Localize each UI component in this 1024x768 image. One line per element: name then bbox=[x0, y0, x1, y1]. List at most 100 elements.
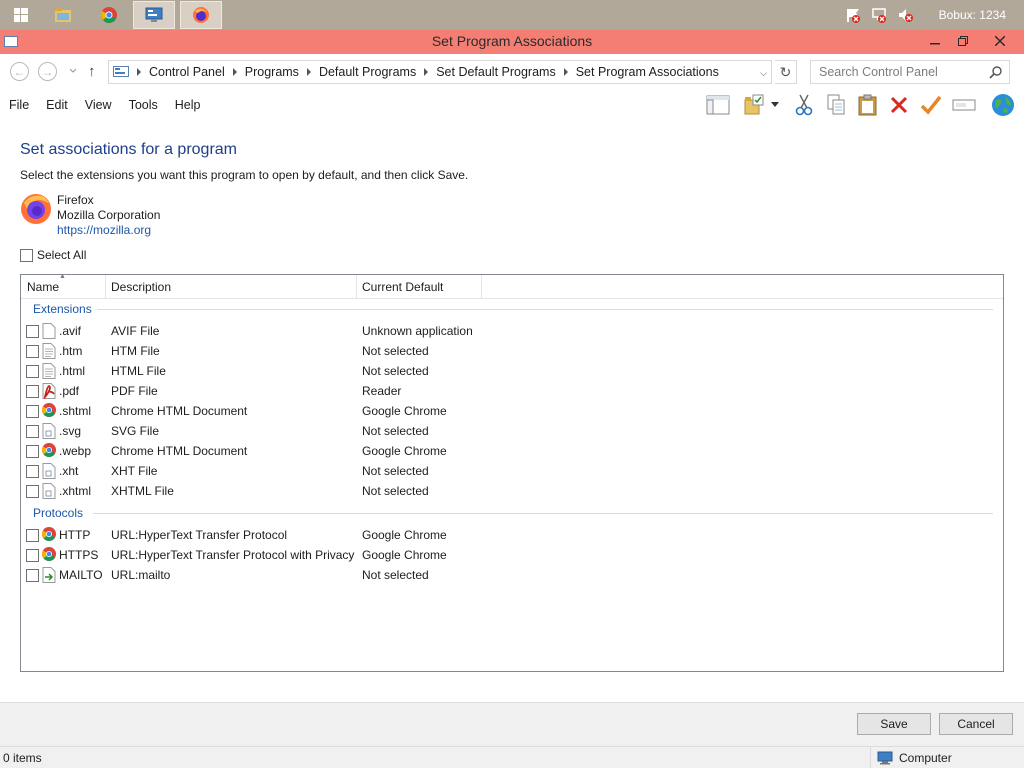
save-button[interactable]: Save bbox=[857, 713, 931, 735]
taskbar-firefox[interactable] bbox=[180, 1, 222, 29]
group-header-extensions[interactable]: Extensions bbox=[33, 302, 92, 316]
row-checkbox[interactable] bbox=[26, 385, 39, 398]
row-name: .html bbox=[59, 364, 86, 378]
address-dropdown-icon[interactable]: ⌵ bbox=[760, 68, 767, 79]
row-checkbox[interactable] bbox=[26, 569, 39, 582]
row-current-default: Not selected bbox=[362, 344, 429, 358]
restore-button[interactable] bbox=[948, 30, 978, 52]
column-divider[interactable] bbox=[105, 275, 106, 299]
address-row: ← → ↑ Control Panel Programs Default Pro… bbox=[0, 54, 1024, 88]
breadcrumb-set-default-programs[interactable]: Set Default Programs bbox=[436, 65, 556, 79]
row-description: AVIF File bbox=[111, 324, 160, 338]
row-checkbox[interactable] bbox=[26, 365, 39, 378]
minimize-button[interactable] bbox=[920, 30, 950, 52]
select-all-checkbox[interactable]: Select All bbox=[20, 248, 86, 262]
close-button[interactable] bbox=[985, 30, 1015, 52]
row-checkbox[interactable] bbox=[26, 405, 39, 418]
address-bar[interactable]: Control Panel Programs Default Programs … bbox=[108, 60, 772, 84]
row-description: HTM File bbox=[111, 344, 160, 358]
title-bar: Set Program Associations bbox=[0, 30, 1024, 54]
copy-button[interactable] bbox=[823, 92, 849, 118]
column-divider[interactable] bbox=[481, 275, 482, 299]
list-row[interactable]: .shtml Chrome HTML Document Google Chrome bbox=[21, 401, 1003, 421]
back-button[interactable]: ← bbox=[10, 62, 29, 81]
instructions-text: Select the extensions you want this prog… bbox=[20, 168, 469, 182]
flag-icon[interactable] bbox=[843, 5, 863, 25]
taskbar-chrome[interactable] bbox=[88, 1, 130, 29]
row-description: URL:mailto bbox=[111, 568, 171, 582]
column-header-current-default[interactable]: Current Default bbox=[362, 280, 443, 294]
list-row[interactable]: HTTP URL:HyperText Transfer Protocol Googl… bbox=[21, 525, 1003, 545]
list-row[interactable]: .webp Chrome HTML Document Google Chrome bbox=[21, 441, 1003, 461]
taskbar-control-panel[interactable] bbox=[133, 1, 175, 29]
row-checkbox[interactable] bbox=[26, 465, 39, 478]
properties-check-button[interactable] bbox=[918, 92, 944, 118]
select-all-box[interactable] bbox=[20, 248, 33, 262]
row-name: .webp bbox=[59, 444, 92, 458]
row-checkbox[interactable] bbox=[26, 425, 39, 438]
breadcrumb-separator[interactable] bbox=[232, 68, 237, 76]
refresh-button[interactable]: ↻ bbox=[775, 60, 797, 84]
windows-logo-icon bbox=[14, 8, 28, 22]
search-input[interactable]: Search Control Panel bbox=[810, 60, 1010, 84]
row-name: .pdf bbox=[59, 384, 80, 398]
taskbar-file-explorer[interactable] bbox=[42, 1, 84, 29]
delete-button[interactable] bbox=[886, 92, 912, 118]
row-checkbox[interactable] bbox=[26, 549, 39, 562]
list-row[interactable]: MAILTO URL:mailto Not selected bbox=[21, 565, 1003, 585]
layout-pane-button[interactable] bbox=[705, 92, 731, 118]
organize-button[interactable] bbox=[742, 92, 768, 118]
list-row[interactable]: HTTPS URL:HyperText Transfer Protocol wit… bbox=[21, 545, 1003, 565]
row-checkbox[interactable] bbox=[26, 529, 39, 542]
breadcrumb-separator[interactable] bbox=[563, 68, 568, 76]
text-file-icon bbox=[42, 363, 56, 379]
svg-file-icon bbox=[42, 423, 56, 439]
list-row[interactable]: .html HTML File Not selected bbox=[21, 361, 1003, 381]
menu-help[interactable]: Help bbox=[175, 98, 201, 112]
list-row[interactable]: .avif AVIF File Unknown application bbox=[21, 321, 1003, 341]
row-description: HTML File bbox=[111, 364, 166, 378]
list-header: ▲ Name Description Current Default bbox=[21, 273, 1003, 299]
cancel-button[interactable]: Cancel bbox=[939, 713, 1013, 735]
svg-file-icon bbox=[42, 463, 56, 479]
cut-button[interactable] bbox=[791, 92, 817, 118]
program-url-link[interactable]: https://mozilla.org bbox=[57, 223, 151, 237]
forward-button[interactable]: → bbox=[38, 62, 57, 81]
menu-view[interactable]: View bbox=[85, 98, 112, 112]
column-header-description[interactable]: Description bbox=[111, 280, 171, 294]
row-checkbox[interactable] bbox=[26, 445, 39, 458]
pdf-file-icon bbox=[42, 383, 56, 400]
list-row[interactable]: .svg SVG File Not selected bbox=[21, 421, 1003, 441]
column-divider[interactable] bbox=[356, 275, 357, 299]
volume-muted-icon[interactable] bbox=[895, 5, 915, 25]
list-row[interactable]: .xhtml XHTML File Not selected bbox=[21, 481, 1003, 501]
row-checkbox[interactable] bbox=[26, 485, 39, 498]
group-header-protocols[interactable]: Protocols bbox=[33, 506, 83, 520]
associations-list[interactable]: ▲ Name Description Current Default Exten… bbox=[20, 273, 1004, 672]
row-description: Chrome HTML Document bbox=[111, 404, 248, 418]
up-button[interactable]: ↑ bbox=[88, 63, 96, 80]
list-row[interactable]: .xht XHT File Not selected bbox=[21, 461, 1003, 481]
list-row[interactable]: .htm HTM File Not selected bbox=[21, 341, 1003, 361]
breadcrumb-programs[interactable]: Programs bbox=[245, 65, 299, 79]
breadcrumb-separator[interactable] bbox=[424, 68, 429, 76]
breadcrumb-separator[interactable] bbox=[306, 68, 311, 76]
list-row[interactable]: .pdf PDF File Reader bbox=[21, 381, 1003, 401]
paste-button[interactable] bbox=[855, 92, 881, 118]
row-name: .htm bbox=[59, 344, 83, 358]
recent-locations-chevron-icon[interactable] bbox=[70, 68, 76, 74]
organize-dropdown[interactable] bbox=[768, 92, 782, 118]
row-checkbox[interactable] bbox=[26, 345, 39, 358]
breadcrumb-set-program-associations[interactable]: Set Program Associations bbox=[576, 65, 719, 79]
breadcrumb-default-programs[interactable]: Default Programs bbox=[319, 65, 416, 79]
row-checkbox[interactable] bbox=[26, 325, 39, 338]
network-icon[interactable] bbox=[869, 5, 889, 25]
menu-tools[interactable]: Tools bbox=[129, 98, 158, 112]
column-header-name[interactable]: Name bbox=[27, 280, 59, 294]
start-button[interactable] bbox=[0, 1, 42, 29]
web-button[interactable] bbox=[990, 92, 1016, 118]
breadcrumb-control-panel[interactable]: Control Panel bbox=[149, 65, 225, 79]
menu-file[interactable]: File bbox=[9, 98, 29, 112]
menu-edit[interactable]: Edit bbox=[46, 98, 68, 112]
rename-button[interactable] bbox=[951, 92, 977, 118]
